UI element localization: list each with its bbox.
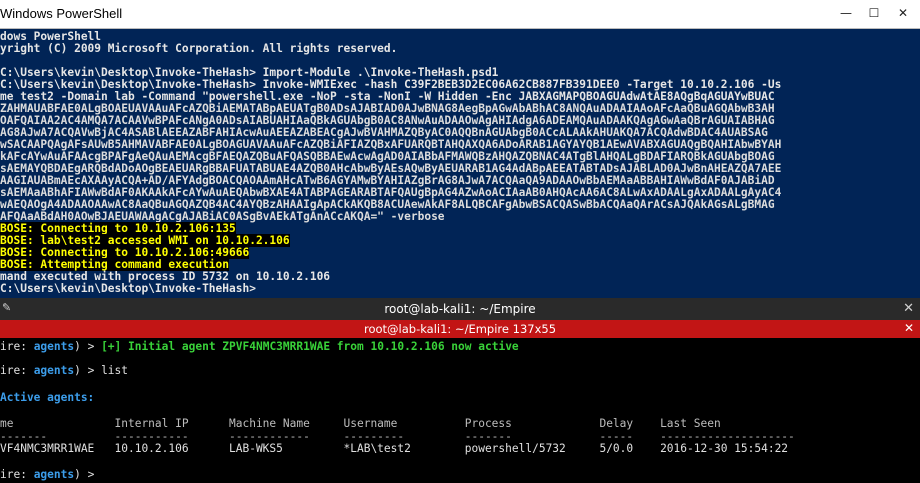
console-line: C:\Users\kevin\Desktop\Invoke-TheHash> (0, 282, 256, 295)
prompt-suffix: ) > (74, 364, 102, 377)
agent-active-message: [+] Initial agent ZPVF4NMC3MRR1WAE from … (101, 340, 519, 353)
minimize-icon[interactable]: — (838, 6, 854, 20)
powershell-console[interactable]: dows PowerShell yright (C) 2009 Microsoft… (0, 29, 920, 298)
kali-terminal-window: ✎ root@lab-kali1: ~/Empire ✕ root@lab-ka… (0, 298, 920, 483)
prompt-prefix: ire: (0, 468, 27, 481)
console-line: yright (C) 2009 Microsoft Corporation. A… (0, 42, 398, 55)
prompt-agents: agents (26, 364, 75, 377)
kali-title-bar[interactable]: ✎ root@lab-kali1: ~/Empire ✕ (0, 298, 920, 320)
prompt-suffix: ) > (74, 340, 102, 353)
active-agents-label: Active agents: (0, 391, 95, 404)
maximize-icon[interactable]: ☐ (866, 6, 882, 20)
kali-tab-title: root@lab-kali1: ~/Empire 137x55 (363, 322, 557, 336)
close-icon[interactable]: ✕ (895, 6, 911, 20)
tab-close-icon[interactable]: ✕ (904, 321, 914, 335)
kali-tab[interactable]: root@lab-kali1: ~/Empire 137x55 ✕ (0, 320, 920, 338)
list-command: list (101, 364, 129, 377)
prompt-agents: agents (26, 468, 75, 481)
prompt-suffix: ) > (74, 468, 102, 481)
prompt-agents: agents (26, 340, 75, 353)
kali-title: root@lab-kali1: ~/Empire (384, 302, 536, 316)
table-row[interactable]: VF4NMC3MRR1WAE 10.10.2.106 LAB-WKS5 *LAB… (0, 441, 788, 457)
powershell-title: Windows PowerShell (0, 6, 123, 21)
prompt-prefix: ire: (0, 340, 27, 353)
powershell-title-bar[interactable]: Windows PowerShell — ☐ ✕ (0, 0, 920, 29)
powershell-window: Windows PowerShell — ☐ ✕ dows PowerShell… (0, 0, 920, 298)
close-icon[interactable]: ✕ (903, 301, 914, 316)
empire-prompt-line[interactable]: ire: agents) > (0, 467, 101, 483)
active-agents-heading: Active agents: (0, 390, 94, 406)
empire-output-line-2: ire: agents) > list (0, 363, 128, 379)
prompt-prefix: ire: (0, 364, 27, 377)
empire-output-line-1: ire: agents) > [+] Initial agent ZPVF4NM… (0, 339, 519, 355)
